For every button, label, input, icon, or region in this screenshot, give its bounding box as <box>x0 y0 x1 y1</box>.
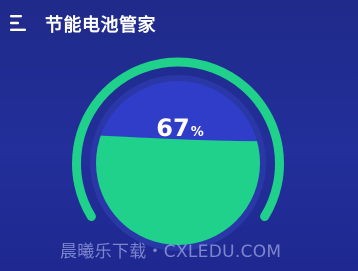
gauge-fill <box>96 135 260 245</box>
battery-percentage-value: 67 <box>156 114 190 142</box>
battery-percentage-unit: % <box>190 125 204 140</box>
battery-percentage: 67% <box>130 114 230 142</box>
watermark: 晨曦乐下载・CXLEDU.COM <box>60 242 282 262</box>
